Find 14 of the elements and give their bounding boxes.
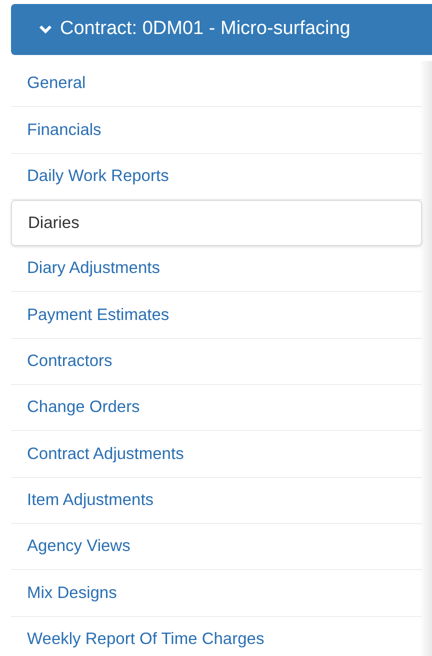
menu-item[interactable]: Item Adjustments — [11, 478, 422, 524]
menu-item[interactable]: Contract Adjustments — [11, 431, 422, 478]
menu-item[interactable]: General — [11, 61, 422, 108]
menu-item[interactable]: Change Orders — [11, 385, 422, 432]
menu-item[interactable]: Weekly Report Of Time Charges — [11, 616, 422, 656]
menu-item[interactable]: Payment Estimates — [11, 292, 422, 339]
menu-item[interactable]: Diaries — [11, 200, 422, 246]
menu-item[interactable]: Financials — [11, 107, 422, 154]
menu-item[interactable]: Contractors — [11, 338, 422, 386]
menu-item[interactable]: Diary Adjustments — [11, 246, 422, 292]
contract-header[interactable]: Contract: 0DM01 - Micro-surfacing — [11, 4, 432, 55]
chevron-icon — [39, 25, 52, 34]
menu-item[interactable]: Agency Views — [11, 524, 422, 570]
menu-item[interactable]: Mix Designs — [11, 570, 422, 617]
